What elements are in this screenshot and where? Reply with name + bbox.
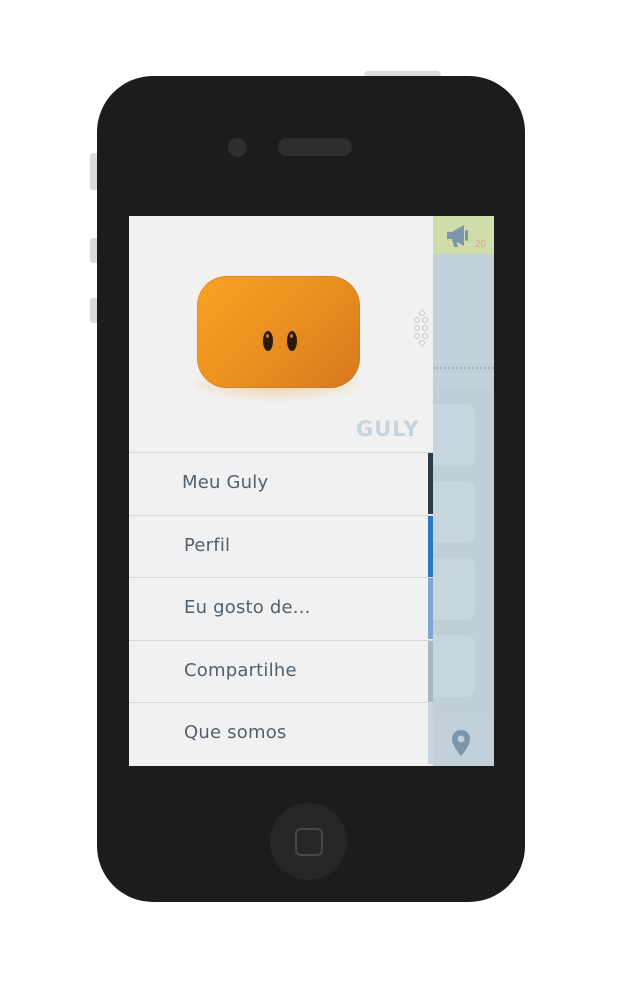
menu-item-label: Que somos [184, 722, 287, 743]
megaphone-icon [447, 225, 468, 247]
grip-dots-icon[interactable] [413, 310, 429, 350]
divider [433, 367, 494, 369]
menu-item-label: Eu gosto de... [184, 597, 311, 618]
notification-count-badge: 20 [475, 239, 487, 250]
side-drawer: GULY Meu Guly Perfil Eu gosto de... Comp… [129, 216, 433, 766]
drawer-menu: Meu Guly Perfil Eu gosto de... Compartil… [129, 452, 433, 766]
menu-item-perfil[interactable]: Perfil [129, 515, 433, 577]
menu-item-que-somos[interactable]: Que somos [129, 702, 433, 764]
earpiece-speaker [278, 138, 352, 156]
list-card[interactable] [433, 404, 475, 466]
menu-item-label: Perfil [184, 535, 231, 556]
menu-color-bar [428, 516, 433, 577]
menu-item-label: Compartilhe [184, 660, 297, 681]
background-app-footer [433, 718, 494, 766]
menu-color-bar [428, 641, 433, 702]
menu-color-bar [428, 453, 433, 514]
background-app: 20 [433, 216, 494, 766]
guly-logo: GULY [356, 417, 420, 441]
phone-screen: 20 GULY Meu Guly Perfil Eu gosto de... C… [129, 216, 494, 766]
home-button[interactable] [270, 803, 347, 880]
list-card[interactable] [433, 635, 475, 697]
front-camera [228, 138, 247, 157]
menu-item-compartilhe[interactable]: Compartilhe [129, 640, 433, 702]
menu-color-bar [428, 703, 433, 764]
drawer-header: GULY [129, 216, 433, 452]
list-card[interactable] [433, 481, 475, 543]
background-app-list [433, 388, 494, 718]
home-square-icon [295, 828, 323, 856]
map-pin-icon[interactable] [450, 729, 472, 757]
menu-color-bar [428, 578, 433, 639]
mascot-right-eye [287, 331, 297, 351]
menu-item-label: Meu Guly [182, 472, 269, 493]
menu-item-eu-gosto-de[interactable]: Eu gosto de... [129, 577, 433, 639]
guly-mascot[interactable] [197, 276, 360, 388]
mascot-left-eye [263, 331, 273, 351]
menu-item-meu-guly[interactable]: Meu Guly [129, 452, 433, 514]
list-card[interactable] [433, 558, 475, 620]
background-app-header[interactable]: 20 [433, 216, 494, 254]
